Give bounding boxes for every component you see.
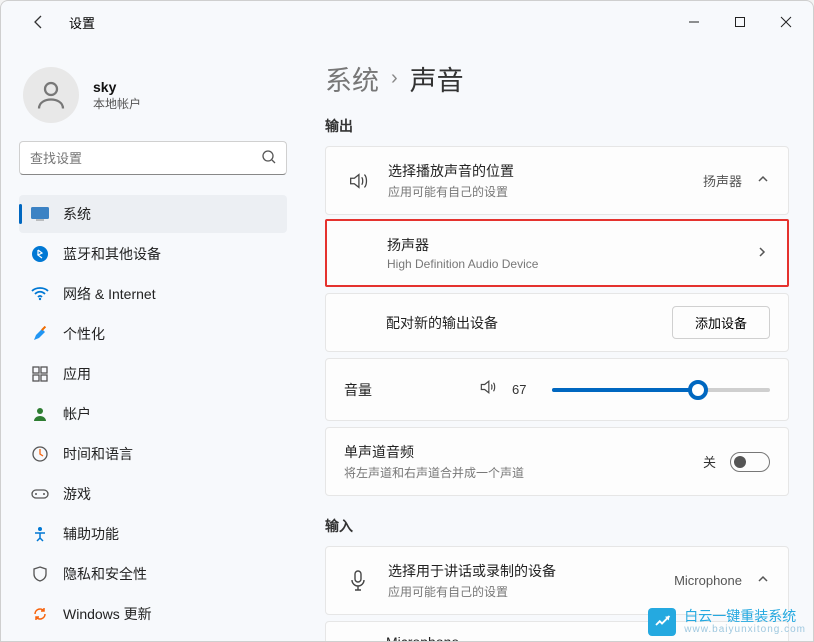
watermark-text: 白云一键重装系统 [684, 609, 806, 624]
nav-list: 系统 蓝牙和其他设备 网络 & Internet 个性化 应用 帐户 时间和语言… [19, 195, 287, 633]
watermark-url: www.baiyunxitong.com [684, 624, 806, 635]
speaker-title: 扬声器 [387, 235, 739, 255]
nav-item-system[interactable]: 系统 [19, 195, 287, 233]
volume-label: 音量 [344, 380, 464, 400]
user-profile[interactable]: sky 本地帐户 [19, 61, 287, 141]
nav-item-time-language[interactable]: 时间和语言 [19, 435, 287, 473]
wifi-icon [31, 285, 49, 303]
nav-item-apps[interactable]: 应用 [19, 355, 287, 393]
nav-label: 系统 [63, 204, 91, 224]
accessibility-icon [31, 525, 49, 543]
shield-icon [31, 565, 49, 583]
chevron-right-icon [755, 245, 769, 262]
add-device-button[interactable]: 添加设备 [672, 306, 770, 339]
titlebar: 设置 [1, 1, 813, 43]
pair-title: 配对新的输出设备 [386, 313, 656, 333]
gamepad-icon [31, 485, 49, 503]
avatar [23, 67, 79, 123]
input-choose-value: Microphone [674, 573, 742, 588]
apps-icon [31, 365, 49, 383]
nav-label: 蓝牙和其他设备 [63, 244, 161, 264]
nav-item-network[interactable]: 网络 & Internet [19, 275, 287, 313]
mono-audio-card[interactable]: 单声道音频 将左声道和右声道合并成一个声道 关 [325, 427, 789, 496]
watermark: 白云一键重装系统 www.baiyunxitong.com [648, 608, 806, 636]
back-button[interactable] [29, 12, 49, 32]
watermark-logo-icon [648, 608, 676, 636]
arrow-left-icon [31, 14, 47, 30]
search-box[interactable] [19, 141, 287, 175]
volume-slider[interactable] [552, 379, 770, 401]
minimize-button[interactable] [671, 6, 717, 38]
user-name: sky [93, 79, 141, 95]
chevron-up-icon [756, 572, 770, 589]
update-icon [31, 605, 49, 623]
output-device-card[interactable]: 选择播放声音的位置 应用可能有自己的设置 扬声器 [325, 146, 789, 215]
maximize-icon [734, 16, 746, 28]
mono-sub: 将左声道和右声道合并成一个声道 [344, 464, 687, 481]
search-icon [261, 149, 277, 170]
account-icon [31, 405, 49, 423]
mono-title: 单声道音频 [344, 442, 687, 462]
nav-label: Windows 更新 [63, 604, 152, 624]
volume-icon[interactable] [478, 377, 498, 402]
volume-card: 音量 67 [325, 358, 789, 421]
pair-device-row: 配对新的输出设备 添加设备 [325, 293, 789, 352]
search-input[interactable] [19, 141, 287, 175]
nav-label: 时间和语言 [63, 444, 133, 464]
mono-state: 关 [703, 452, 716, 471]
mono-toggle[interactable] [730, 452, 770, 472]
nav-item-personalization[interactable]: 个性化 [19, 315, 287, 353]
globe-clock-icon [31, 445, 49, 463]
main-content: 系统 › 声音 输出 选择播放声音的位置 应用可能有自己的设置 扬声器 [301, 43, 813, 641]
speaker-icon [344, 170, 372, 192]
output-choose-title: 选择播放声音的位置 [388, 161, 687, 181]
nav-label: 隐私和安全性 [63, 564, 147, 584]
volume-value: 67 [512, 382, 538, 397]
close-icon [780, 16, 792, 28]
nav-label: 应用 [63, 364, 91, 384]
nav-item-privacy[interactable]: 隐私和安全性 [19, 555, 287, 593]
nav-item-windows-update[interactable]: Windows 更新 [19, 595, 287, 633]
user-account-type: 本地帐户 [93, 95, 141, 112]
input-choose-sub: 应用可能有自己的设置 [388, 583, 658, 600]
sidebar: sky 本地帐户 系统 蓝牙和其他设备 网络 & Internet 个性化 应用… [1, 43, 301, 641]
bluetooth-icon [31, 245, 49, 263]
nav-label: 个性化 [63, 324, 105, 344]
section-output-label: 输出 [325, 116, 789, 136]
nav-label: 网络 & Internet [63, 284, 156, 304]
breadcrumb: 系统 › 声音 [325, 59, 789, 98]
output-choose-value: 扬声器 [703, 171, 742, 190]
window-title: 设置 [69, 13, 95, 32]
section-input-label: 输入 [325, 516, 789, 536]
person-icon [33, 77, 69, 113]
nav-item-accounts[interactable]: 帐户 [19, 395, 287, 433]
maximize-button[interactable] [717, 6, 763, 38]
chevron-up-icon [756, 172, 770, 189]
minimize-icon [688, 16, 700, 28]
breadcrumb-root[interactable]: 系统 [325, 59, 379, 98]
nav-label: 游戏 [63, 484, 91, 504]
chevron-right-icon: › [391, 67, 398, 90]
breadcrumb-current: 声音 [410, 59, 464, 98]
close-button[interactable] [763, 6, 809, 38]
speaker-device-row[interactable]: 扬声器 High Definition Audio Device [325, 219, 789, 287]
input-device-card[interactable]: 选择用于讲话或录制的设备 应用可能有自己的设置 Microphone [325, 546, 789, 615]
nav-item-accessibility[interactable]: 辅助功能 [19, 515, 287, 553]
nav-item-gaming[interactable]: 游戏 [19, 475, 287, 513]
microphone-icon [344, 570, 372, 592]
nav-label: 帐户 [63, 404, 91, 424]
nav-label: 辅助功能 [63, 524, 119, 544]
speaker-sub: High Definition Audio Device [387, 257, 739, 271]
output-choose-sub: 应用可能有自己的设置 [388, 183, 687, 200]
input-choose-title: 选择用于讲话或录制的设备 [388, 561, 658, 581]
brush-icon [31, 325, 49, 343]
system-icon [31, 205, 49, 223]
nav-item-bluetooth[interactable]: 蓝牙和其他设备 [19, 235, 287, 273]
